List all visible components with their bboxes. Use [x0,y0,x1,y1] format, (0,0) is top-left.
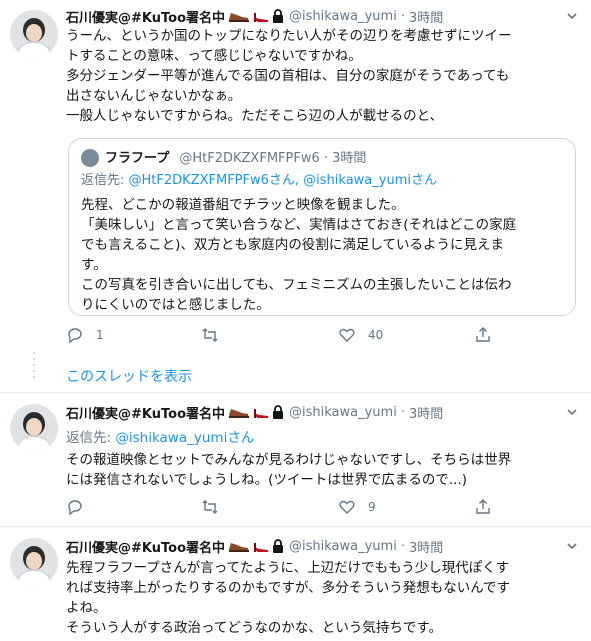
text-line: でも言えること)、双方とも家庭内の役割に満足しているように見えま [81,237,504,253]
name-emoji [228,539,284,553]
name-emoji [228,405,284,419]
reply-icon [68,500,82,516]
heart-icon [339,500,355,514]
display-name[interactable]: 石川優実@#KuToo署名中 [66,403,225,422]
text-line: うーん、というか国のトップになりたい人がその辺りを考慮せずにツイー [66,28,512,44]
text-line: 出さないんじゃないかなぁ。 [66,88,242,104]
share-icon [476,327,490,342]
shoe-icon [229,543,249,552]
text-line: 一般人じゃないですからね。ただそこら辺の人が載せるのと、 [66,108,444,124]
quoted-handle: @HtF2DKZXFMFPFw6 [179,151,320,166]
separator-dot: · [400,404,405,420]
separator-dot: · [323,151,333,166]
text-line: には発信されないでしょうしね。(ツイートは世界で広まるので...) [66,472,468,488]
quoted-header: フラフープ @HtF2DKZXFMFPFw6 · 3時間 [105,147,366,166]
avatar[interactable] [10,538,58,586]
thread-connector [33,352,35,382]
tweet-header: 石川優実@#KuToo署名中 @ishikawa_yumi · 3時間 [66,536,443,556]
text-line: りにくいのではと感じました。 [81,297,270,313]
tweet-3[interactable]: 石川優実@#KuToo署名中 @ishikawa_yumi · 3時間 先程フラ… [0,526,591,641]
text-line: れば支持率上がったりするのかもですが、多分そういう発想もないんです [66,580,511,596]
shoe-icon [229,409,249,418]
reply-button[interactable] [66,496,96,518]
name-emoji [228,9,284,23]
tweet-text: その報道映像とセットでみんなが見るわけじゃないですし、そちらは世界 には発信され… [66,450,576,490]
quoted-timestamp: 3時間 [332,151,367,166]
like-button[interactable]: 9 [338,496,376,518]
reply-to: 返信先: @ishikawa_yumiさん [66,426,254,446]
text-line: 「美味しい」と言って笑い合うなど、実情はさておき(それはどこの家庭 [81,217,517,233]
text-line: トすることの意味、って感じじゃないですかね。 [66,48,362,64]
quoted-reply-to: 返信先: @HtF2DKZXFMFPFw6さん, @ishikawa_yumiさ… [81,169,437,188]
quoted-tweet[interactable]: フラフープ @HtF2DKZXFMFPFw6 · 3時間 返信先: @HtF2D… [68,138,576,316]
tweet-header: 石川優実@#KuToo署名中 @ishikawa_yumi · 3時間 [66,6,443,26]
reply-icon [68,328,82,344]
chevron-down-icon[interactable] [565,405,579,419]
shoe-icon [229,13,249,22]
tweet-actions: 1 40 [66,324,506,346]
separator-dot: · [400,8,405,24]
avatar[interactable] [10,10,58,58]
retweet-button[interactable] [201,496,231,518]
heel-icon [254,543,269,552]
like-button[interactable]: 40 [338,324,383,346]
text-line: この写真を引き合いに出しても、フェミニズムの主張したいことは伝わ [81,277,512,293]
tweet-text: 先程フラフープさんが言ってたように、上辺だけでももう少し現代ぽくす れば支持率上… [66,558,576,638]
text-line: よね。 [66,600,107,616]
reply-count: 1 [96,328,104,342]
chevron-down-icon[interactable] [565,539,579,553]
retweet-icon [202,500,218,514]
heel-icon [254,409,269,418]
like-count: 9 [368,500,376,514]
text-line: 先程フラフープさんが言ってたように、上辺だけでももう少し現代ぽくす [66,560,510,576]
reply-mentions[interactable]: @ishikawa_yumiさん [115,430,254,446]
lock-icon [273,539,283,553]
tweet-header: 石川優実@#KuToo署名中 @ishikawa_yumi · 3時間 [66,402,443,422]
avatar[interactable] [10,404,58,452]
heel-icon [254,13,269,22]
share-icon [476,499,490,514]
lock-icon [273,405,283,419]
tweet-2[interactable]: 石川優実@#KuToo署名中 @ishikawa_yumi · 3時間 返信先:… [0,392,591,522]
tweet-1[interactable]: 石川優実@#KuToo署名中 @ishikawa_yumi · 3時間 うーん、… [0,0,591,356]
text-line: 多分ジェンダー平等が進んでる国の首相は、自分の家庭がそうであっても [66,68,510,84]
timestamp[interactable]: 3時間 [409,7,443,26]
like-count: 40 [368,328,384,342]
reply-prefix: 返信先: [66,430,112,446]
display-name[interactable]: 石川優実@#KuToo署名中 [66,7,225,26]
separator-dot: · [400,538,405,554]
user-handle[interactable]: @ishikawa_yumi [289,405,397,420]
reply-prefix: 返信先: [81,173,125,188]
lock-icon [273,9,283,23]
show-thread-link[interactable]: このスレッドを表示 [66,366,192,386]
text-line: 先程、どこかの報道番組でチラッと映像を観ました。 [81,197,405,213]
share-button[interactable] [474,324,492,346]
display-name[interactable]: 石川優実@#KuToo署名中 [66,537,225,556]
timestamp[interactable]: 3時間 [409,403,443,422]
share-button[interactable] [474,496,492,518]
reply-mentions[interactable]: @HtF2DKZXFMFPFw6さん, @ishikawa_yumiさん [129,173,437,188]
quoted-display-name: フラフープ [105,151,170,166]
tweet-actions: 9 [66,496,506,518]
reply-button[interactable]: 1 [66,324,104,346]
tweet-text: うーん、というか国のトップになりたい人がその辺りを考慮せずにツイー トすることの… [66,26,576,126]
retweet-button[interactable] [201,324,231,346]
quoted-text: 先程、どこかの報道番組でチラッと映像を観ました。 「美味しい」と言って笑い合うな… [81,195,565,315]
heart-icon [339,328,355,342]
text-line: す。 [81,257,107,273]
user-handle[interactable]: @ishikawa_yumi [289,9,397,24]
chevron-down-icon[interactable] [565,9,579,23]
text-line: その報道映像とセットでみんなが見るわけじゃないですし、そちらは世界 [66,452,512,468]
timestamp[interactable]: 3時間 [409,537,443,556]
user-handle[interactable]: @ishikawa_yumi [289,539,397,554]
retweet-icon [202,328,218,342]
text-line: そういう人がする政治ってどうなのかな、という気持ちです。 [66,620,442,636]
quoted-avatar [81,149,99,167]
